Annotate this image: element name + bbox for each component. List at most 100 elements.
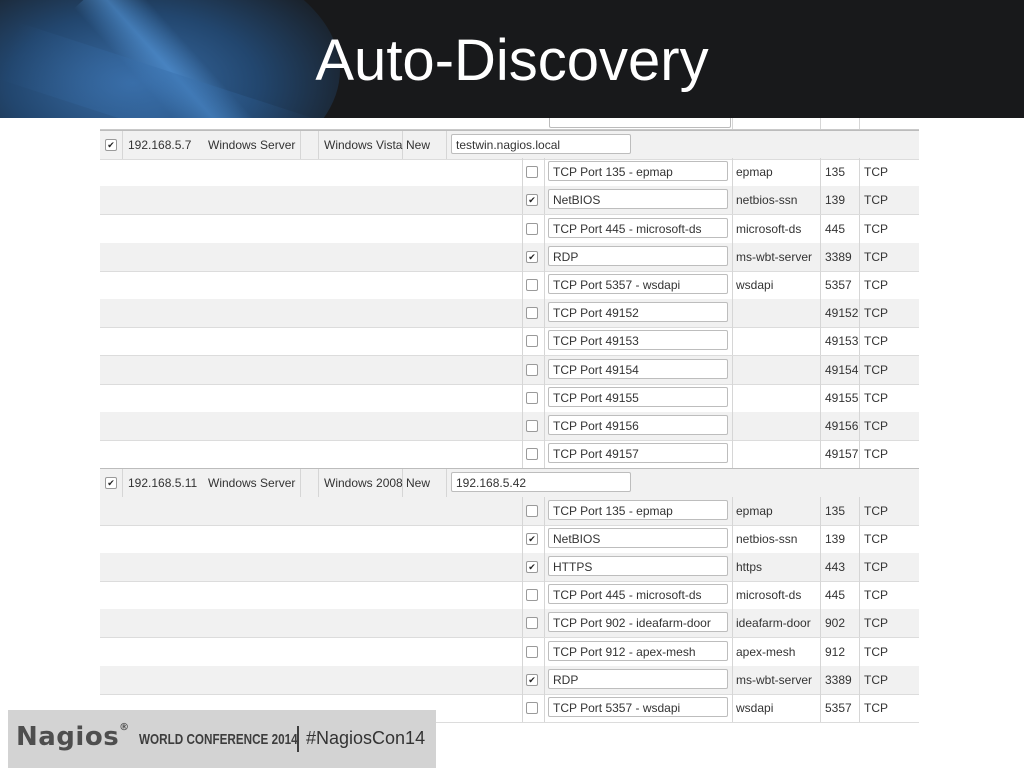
service-port: 3389 — [825, 249, 852, 264]
service-checkbox[interactable] — [526, 420, 538, 432]
service-row: TCP Port 902 - ideafarm-door ideafarm-doo… — [100, 609, 919, 639]
service-protocol: TCP — [864, 588, 888, 603]
service-row: TCP Port 49156 49156 TCP — [100, 412, 919, 441]
service-checkbox[interactable] — [526, 250, 538, 263]
service-type: wsdapi — [736, 701, 774, 715]
host-ip: 192.168.5.11 — [128, 476, 198, 491]
nagios-logo: Nagios® — [16, 722, 130, 752]
service-row: TCP Port 49153 49153 TCP — [100, 327, 919, 357]
registered-mark: ® — [119, 722, 130, 733]
service-name-input[interactable]: TCP Port 49155 — [548, 386, 728, 407]
service-protocol: TCP — [864, 221, 888, 236]
service-checkbox[interactable] — [526, 307, 538, 320]
slide-title: Auto-Discovery — [315, 28, 709, 93]
service-checkbox[interactable] — [526, 166, 538, 179]
service-name-input[interactable]: TCP Port 49157 — [548, 443, 728, 464]
footer-divider — [297, 726, 299, 752]
service-name-input[interactable]: NetBIOS — [548, 189, 728, 210]
service-row: TCP Port 135 - epmap epmap 135 TCP — [100, 496, 919, 526]
service-protocol: TCP — [864, 447, 888, 462]
service-port: 3389 — [825, 672, 852, 687]
conference-hashtag: #NagiosCon14 — [306, 728, 426, 748]
service-row: TCP Port 5357 - wsdapi wsdapi 5357 TCP — [100, 271, 919, 300]
host-ip: 192.168.5.7 — [128, 138, 192, 152]
service-checkbox[interactable] — [526, 645, 538, 658]
service-checkbox[interactable] — [526, 702, 538, 714]
service-row: RDP ms-wbt-server 3389 TCP — [100, 665, 919, 695]
service-port: 443 — [825, 560, 846, 574]
service-port: 912 — [825, 644, 846, 659]
service-name-input[interactable]: TCP Port 445 - microsoft-ds — [548, 584, 728, 605]
service-checkbox[interactable] — [526, 222, 538, 235]
service-name-input[interactable]: RDP — [548, 245, 728, 266]
service-type: https — [736, 560, 763, 574]
service-port: 49156 — [825, 419, 859, 433]
service-protocol: TCP — [864, 306, 888, 321]
service-checkbox[interactable] — [526, 448, 538, 461]
service-name-input[interactable]: TCP Port 902 - ideafarm-door — [548, 612, 728, 633]
service-type: microsoft-ds — [736, 588, 802, 603]
service-name-input[interactable]: TCP Port 49153 — [548, 330, 728, 351]
hostname-input[interactable]: 192.168.5.42 — [451, 472, 631, 493]
service-port: 5357 — [825, 701, 852, 715]
service-protocol: TCP — [864, 701, 888, 715]
host-select-checkbox[interactable] — [105, 139, 117, 151]
service-checkbox[interactable] — [526, 617, 538, 630]
service-port: 139 — [825, 193, 846, 208]
service-checkbox[interactable] — [526, 673, 538, 686]
service-name-input[interactable]: TCP Port 135 - epmap — [548, 499, 728, 520]
service-name-input[interactable]: TCP Port 445 - microsoft-ds — [548, 217, 728, 238]
conference-name: WORLD CONFERENCE 2014 — [139, 731, 298, 748]
service-name-input[interactable]: TCP Port 5357 - wsdapi — [548, 697, 728, 717]
service-checkbox[interactable] — [526, 194, 538, 207]
service-protocol: TCP — [864, 503, 888, 518]
service-protocol: TCP — [864, 560, 888, 574]
service-protocol: TCP — [864, 193, 888, 208]
service-protocol: TCP — [864, 249, 888, 264]
service-port: 445 — [825, 588, 846, 603]
service-row: TCP Port 49152 49152 TCP — [100, 299, 919, 329]
hostname-input[interactable]: testwin.nagios.local — [451, 134, 631, 154]
service-row: TCP Port 135 - epmap epmap 135 TCP — [100, 158, 919, 188]
service-protocol: TCP — [864, 362, 888, 377]
service-protocol: TCP — [864, 644, 888, 659]
service-name-input[interactable]: HTTPS — [548, 556, 728, 576]
service-name-input[interactable]: TCP Port 49156 — [548, 415, 728, 435]
service-type: apex-mesh — [736, 644, 796, 659]
footer-banner: Nagios® WORLD CONFERENCE 2014 #NagiosCon… — [8, 710, 436, 768]
host-select-checkbox[interactable] — [105, 477, 117, 490]
service-name-input[interactable]: RDP — [548, 668, 728, 689]
service-type: epmap — [736, 165, 773, 180]
service-port: 5357 — [825, 278, 852, 292]
service-name-input[interactable]: TCP Port 912 - apex-mesh — [548, 640, 728, 661]
service-protocol: TCP — [864, 390, 888, 405]
service-checkbox[interactable] — [526, 363, 538, 376]
service-checkbox[interactable] — [526, 279, 538, 291]
service-name-input[interactable]: TCP Port 135 - epmap — [548, 161, 728, 182]
service-row: TCP Port 445 - microsoft-ds microsoft-ds 4… — [100, 214, 919, 244]
service-checkbox[interactable] — [526, 589, 538, 602]
service-protocol: TCP — [864, 165, 888, 180]
service-checkbox[interactable] — [526, 504, 538, 517]
service-name-input[interactable]: TCP Port 49152 — [548, 302, 728, 323]
service-name-input[interactable]: TCP Port 5357 - wsdapi — [548, 274, 728, 294]
service-protocol: TCP — [864, 672, 888, 687]
service-name-input[interactable]: TCP Port 49154 — [548, 358, 728, 379]
service-checkbox[interactable] — [526, 335, 538, 348]
service-row: TCP Port 49154 49154 TCP — [100, 355, 919, 385]
host-row: 192.168.5.11 Windows Server Windows 2008Ne… — [100, 468, 919, 499]
service-name-input[interactable]: NetBIOS — [548, 527, 728, 548]
service-protocol: TCP — [864, 334, 888, 349]
service-row: TCP Port 912 - apex-mesh apex-mesh 912 TCP — [100, 637, 919, 667]
host-row: 192.168.5.7 Windows Server Windows VistaNe… — [100, 130, 919, 160]
service-checkbox[interactable] — [526, 391, 538, 404]
host-status: New — [406, 138, 431, 152]
host-os: Windows 2008 — [324, 476, 403, 491]
service-type: ms-wbt-server — [736, 672, 813, 687]
service-checkbox[interactable] — [526, 561, 538, 573]
service-protocol: TCP — [864, 531, 888, 546]
service-checkbox[interactable] — [526, 532, 538, 545]
service-port: 49152 — [825, 306, 859, 321]
service-row: NetBIOS netbios-ssn 139 TCP — [100, 524, 919, 554]
service-protocol: TCP — [864, 616, 888, 631]
